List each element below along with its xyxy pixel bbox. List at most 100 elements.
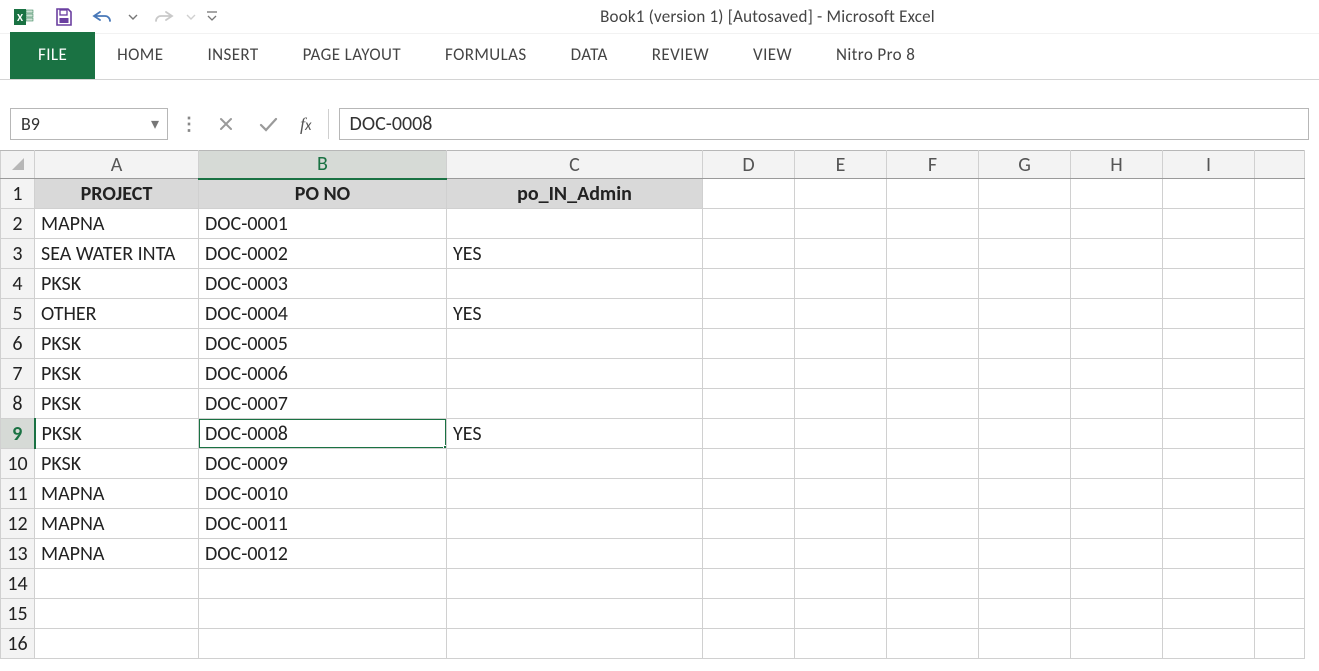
cell-G6[interactable] (979, 329, 1071, 359)
cell-E7[interactable] (795, 359, 887, 389)
cell-E11[interactable] (795, 479, 887, 509)
row-header-3[interactable]: 3 (1, 239, 35, 269)
cell-F1[interactable] (887, 179, 979, 209)
cell-B12[interactable]: DOC-0011 (199, 509, 447, 539)
cell-H12[interactable] (1071, 509, 1163, 539)
cell-end-15[interactable] (1255, 599, 1305, 629)
cell-C2[interactable] (447, 209, 703, 239)
cell-G3[interactable] (979, 239, 1071, 269)
row-header-14[interactable]: 14 (1, 569, 35, 599)
cell-E3[interactable] (795, 239, 887, 269)
cell-C16[interactable] (447, 629, 703, 659)
cell-end-10[interactable] (1255, 449, 1305, 479)
cell-D13[interactable] (703, 539, 795, 569)
cell-A15[interactable] (35, 599, 199, 629)
cell-A3[interactable]: SEA WATER INTA (35, 239, 199, 269)
cell-G14[interactable] (979, 569, 1071, 599)
row-header-4[interactable]: 4 (1, 269, 35, 299)
cell-I11[interactable] (1163, 479, 1255, 509)
cell-E10[interactable] (795, 449, 887, 479)
column-header-D[interactable]: D (703, 151, 795, 179)
cell-G2[interactable] (979, 209, 1071, 239)
cell-G8[interactable] (979, 389, 1071, 419)
cell-end-6[interactable] (1255, 329, 1305, 359)
cell-D1[interactable] (703, 179, 795, 209)
undo-button[interactable] (86, 3, 122, 31)
cell-E6[interactable] (795, 329, 887, 359)
cell-D14[interactable] (703, 569, 795, 599)
cell-A10[interactable]: PKSK (35, 449, 199, 479)
cell-C15[interactable] (447, 599, 703, 629)
cell-F13[interactable] (887, 539, 979, 569)
cell-D9[interactable] (703, 419, 795, 449)
cell-end-16[interactable] (1255, 629, 1305, 659)
cell-A7[interactable]: PKSK (35, 359, 199, 389)
cell-G7[interactable] (979, 359, 1071, 389)
cell-F14[interactable] (887, 569, 979, 599)
cell-A6[interactable]: PKSK (35, 329, 199, 359)
cell-H8[interactable] (1071, 389, 1163, 419)
cell-G1[interactable] (979, 179, 1071, 209)
cell-D10[interactable] (703, 449, 795, 479)
redo-button[interactable] (144, 3, 180, 31)
column-header-A[interactable]: A (35, 151, 199, 179)
cell-I16[interactable] (1163, 629, 1255, 659)
cell-D11[interactable] (703, 479, 795, 509)
cell-B3[interactable]: DOC-0002 (199, 239, 447, 269)
cell-D3[interactable] (703, 239, 795, 269)
cell-I8[interactable] (1163, 389, 1255, 419)
cell-F3[interactable] (887, 239, 979, 269)
row-header-5[interactable]: 5 (1, 299, 35, 329)
cell-end-13[interactable] (1255, 539, 1305, 569)
cell-G9[interactable] (979, 419, 1071, 449)
cancel-formula-button[interactable] (210, 108, 242, 140)
formula-input[interactable] (339, 108, 1309, 140)
cell-E4[interactable] (795, 269, 887, 299)
cell-C1[interactable]: po_IN_Admin (447, 179, 703, 209)
cell-end-2[interactable] (1255, 209, 1305, 239)
cell-F6[interactable] (887, 329, 979, 359)
cell-end-3[interactable] (1255, 239, 1305, 269)
row-header-13[interactable]: 13 (1, 539, 35, 569)
customize-qat-button[interactable] (202, 3, 222, 31)
cell-G10[interactable] (979, 449, 1071, 479)
cell-E8[interactable] (795, 389, 887, 419)
cell-E15[interactable] (795, 599, 887, 629)
cell-H4[interactable] (1071, 269, 1163, 299)
cell-end-12[interactable] (1255, 509, 1305, 539)
row-header-15[interactable]: 15 (1, 599, 35, 629)
row-header-9[interactable]: 9 (1, 419, 35, 449)
cell-E13[interactable] (795, 539, 887, 569)
cell-C5[interactable]: YES (447, 299, 703, 329)
cell-A8[interactable]: PKSK (35, 389, 199, 419)
cell-B2[interactable]: DOC-0001 (199, 209, 447, 239)
cell-B13[interactable]: DOC-0012 (199, 539, 447, 569)
cell-F11[interactable] (887, 479, 979, 509)
cell-G11[interactable] (979, 479, 1071, 509)
cell-I1[interactable] (1163, 179, 1255, 209)
cell-F7[interactable] (887, 359, 979, 389)
cell-D16[interactable] (703, 629, 795, 659)
row-header-2[interactable]: 2 (1, 209, 35, 239)
undo-dropdown[interactable] (126, 3, 140, 31)
row-header-10[interactable]: 10 (1, 449, 35, 479)
tab-page-layout[interactable]: PAGE LAYOUT (281, 32, 423, 79)
row-header-6[interactable]: 6 (1, 329, 35, 359)
column-header-C[interactable]: C (447, 151, 703, 179)
cell-C7[interactable] (447, 359, 703, 389)
cell-end-8[interactable] (1255, 389, 1305, 419)
cell-I4[interactable] (1163, 269, 1255, 299)
cell-H5[interactable] (1071, 299, 1163, 329)
cell-B8[interactable]: DOC-0007 (199, 389, 447, 419)
column-header-E[interactable]: E (795, 151, 887, 179)
cell-I6[interactable] (1163, 329, 1255, 359)
cell-I2[interactable] (1163, 209, 1255, 239)
select-all-triangle[interactable] (1, 151, 35, 179)
cell-H9[interactable] (1071, 419, 1163, 449)
cell-B15[interactable] (199, 599, 447, 629)
cell-F15[interactable] (887, 599, 979, 629)
save-button[interactable] (46, 3, 82, 31)
cell-end-1[interactable] (1255, 179, 1305, 209)
tab-insert[interactable]: INSERT (185, 32, 280, 79)
tab-nitro[interactable]: Nitro Pro 8 (814, 32, 937, 79)
